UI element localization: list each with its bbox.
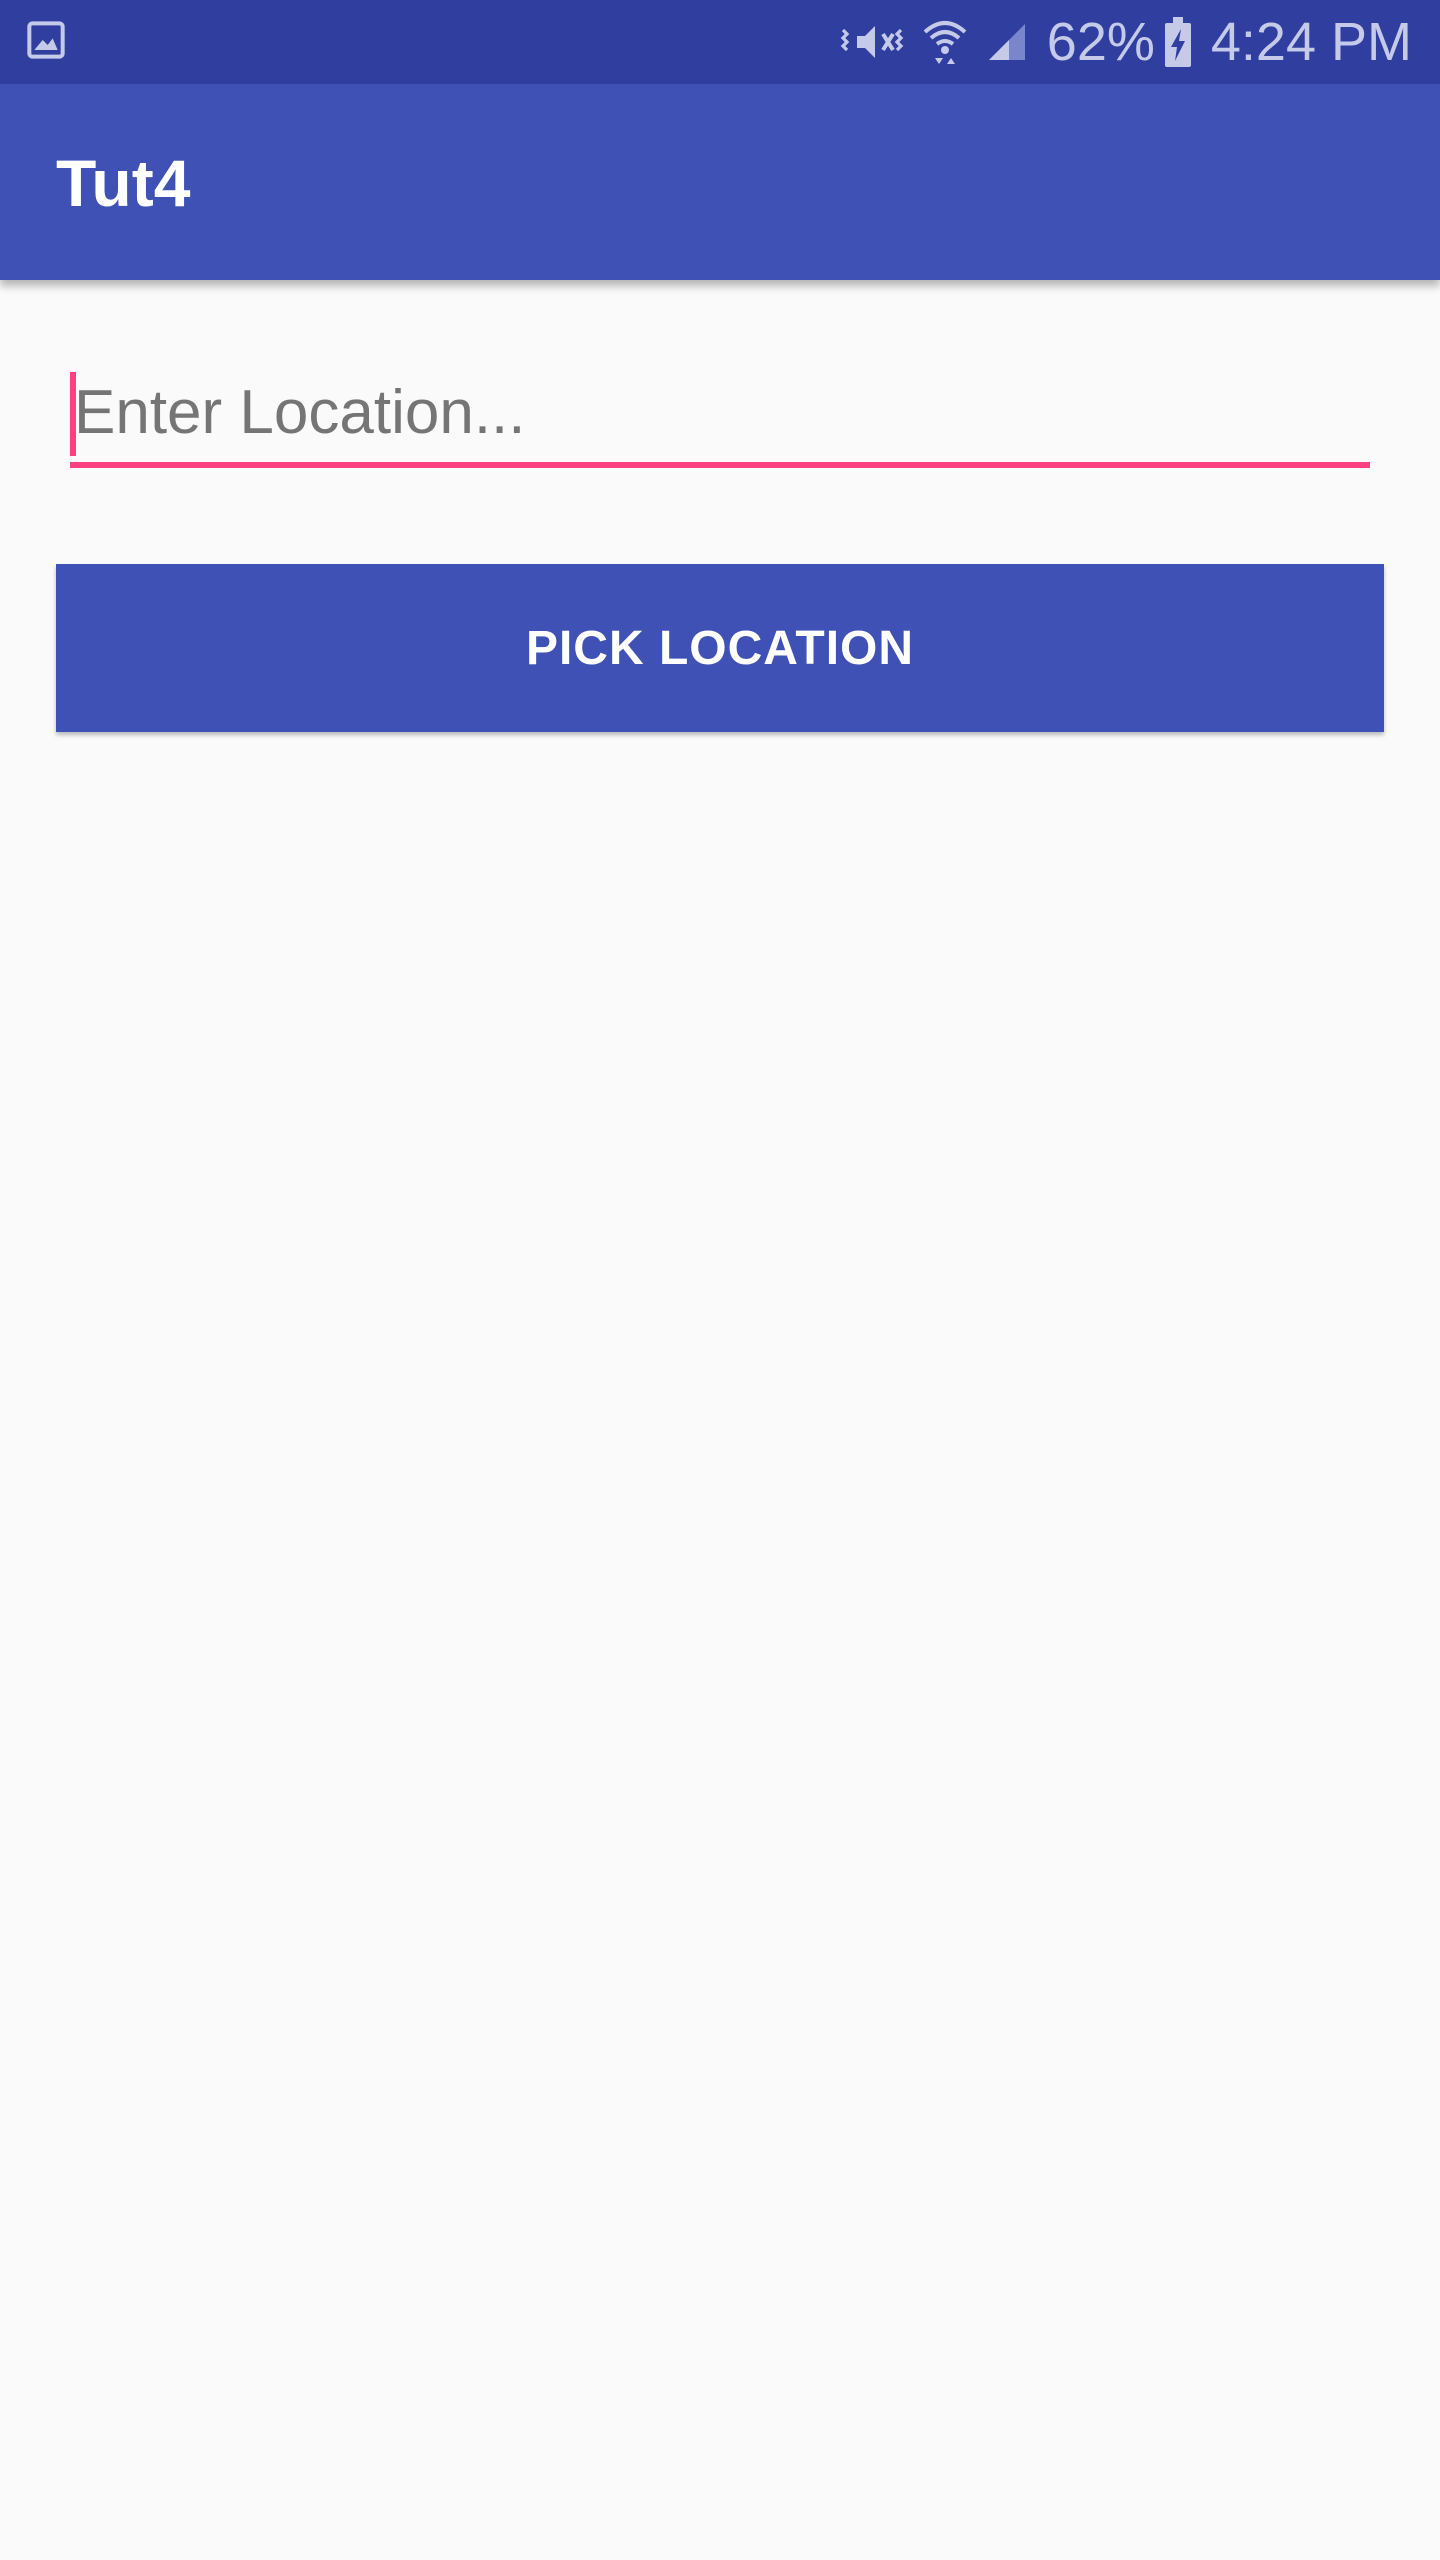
clock: 4:24 PM [1210, 12, 1412, 72]
location-input[interactable] [70, 362, 1374, 462]
status-icons: 62% 4:24 PM [839, 0, 1412, 84]
app-title: Tut4 [56, 146, 191, 220]
screen: 62% 4:24 PM Tut4 PICK LOCATION [0, 0, 1440, 2560]
battery-charging-icon [1164, 17, 1191, 67]
battery-percent: 62% [1046, 12, 1155, 72]
pick-location-button[interactable]: PICK LOCATION [56, 564, 1384, 732]
location-input-container [70, 362, 1374, 472]
image-icon [27, 21, 65, 59]
status-bar: 62% 4:24 PM [0, 0, 1440, 84]
wifi-icon [923, 21, 967, 64]
input-underline [70, 462, 1370, 468]
app-bar: Tut4 [0, 84, 1440, 280]
vibrate-mute-icon [840, 26, 904, 58]
cell-signal-icon [988, 24, 1025, 60]
